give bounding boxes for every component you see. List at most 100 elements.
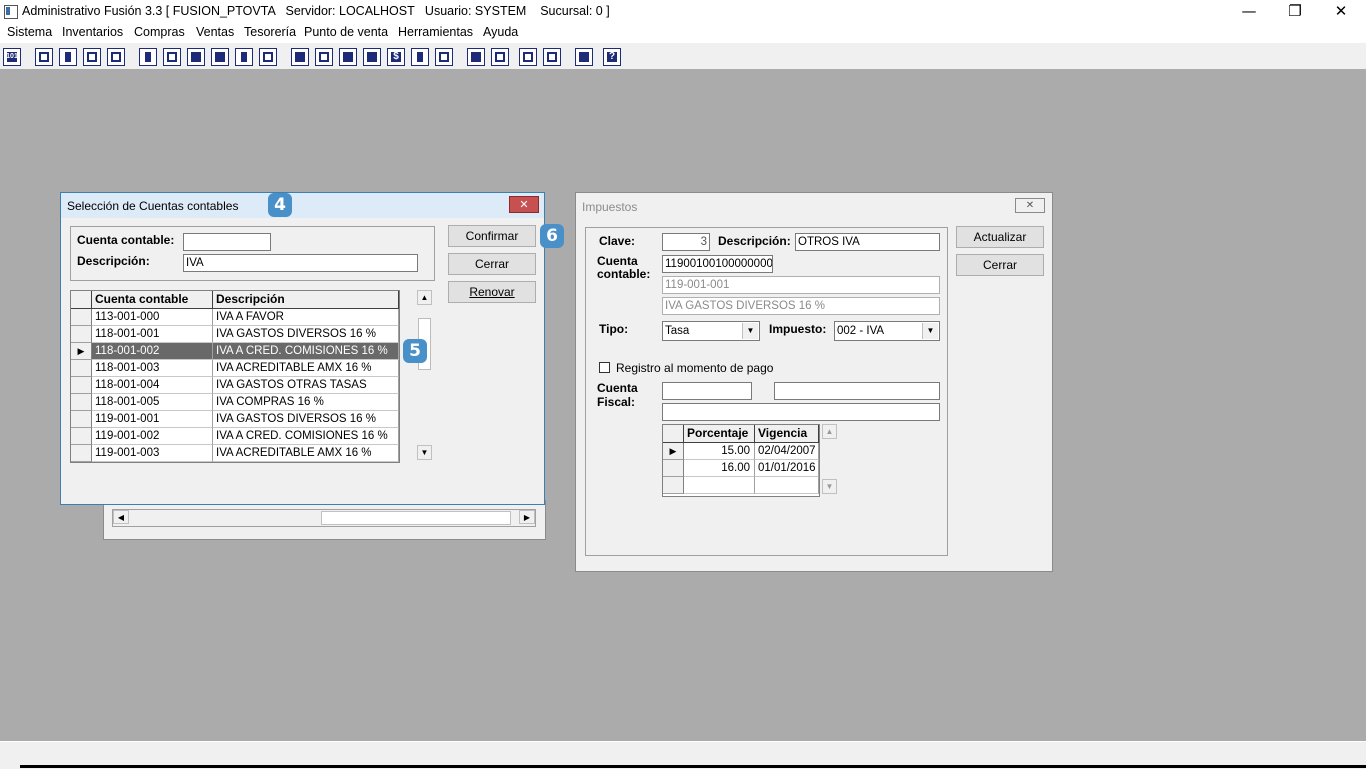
cuentas-vertical-scrollbar[interactable]: ▲ ▼ bbox=[417, 290, 433, 461]
impuestos-cerrar-button[interactable]: Cerrar bbox=[956, 254, 1044, 276]
row-header[interactable] bbox=[71, 309, 92, 326]
table-row-cell-descripcion[interactable]: IVA GASTOS DIVERSOS 16 % bbox=[213, 326, 399, 343]
table-row-cell-cuenta[interactable]: 118-001-004 bbox=[92, 377, 213, 394]
folder-icon[interactable] bbox=[163, 48, 181, 66]
impuestos-close-button[interactable]: ✕ bbox=[1015, 198, 1045, 213]
scroll-down-button[interactable]: ▼ bbox=[822, 479, 837, 494]
row-header-selected[interactable]: ▶ bbox=[663, 443, 684, 460]
descripcion-input[interactable]: OTROS IVA bbox=[795, 233, 940, 251]
search-icon[interactable] bbox=[491, 48, 509, 66]
cuenta-contable-input[interactable] bbox=[183, 233, 271, 251]
dollar-icon[interactable]: $ bbox=[387, 48, 405, 66]
back-icon[interactable] bbox=[575, 48, 593, 66]
zoom-icon[interactable] bbox=[107, 48, 125, 66]
chevron-down-icon[interactable]: ▼ bbox=[742, 323, 758, 339]
actualizar-button[interactable]: Actualizar bbox=[956, 226, 1044, 248]
undo-icon[interactable] bbox=[543, 48, 561, 66]
row-header[interactable] bbox=[71, 394, 92, 411]
table-row-cell-vigencia[interactable]: 02/04/2007 bbox=[755, 443, 819, 460]
table-row-cell-cuenta[interactable]: 113-001-000 bbox=[92, 309, 213, 326]
grid-icon[interactable] bbox=[259, 48, 277, 66]
refresh-icon[interactable] bbox=[519, 48, 537, 66]
seleccion-close-button[interactable]: ✕ bbox=[509, 196, 539, 213]
menu-compras[interactable]: Compras bbox=[134, 25, 185, 39]
table-row-cell-cuenta[interactable]: 118-001-001 bbox=[92, 326, 213, 343]
table-row-cell-cuenta[interactable]: 119-001-001 bbox=[92, 411, 213, 428]
exchange-icon[interactable] bbox=[83, 48, 101, 66]
column-header-cuenta[interactable]: Cuenta contable bbox=[92, 291, 213, 309]
app-icon[interactable] bbox=[4, 5, 18, 19]
menu-sistema[interactable]: Sistema bbox=[7, 25, 52, 39]
row-header[interactable] bbox=[663, 477, 684, 494]
table-row-cell-porcentaje[interactable]: 16.00 bbox=[684, 460, 755, 477]
table-row-cell-vigencia[interactable] bbox=[755, 477, 819, 494]
renovar-button[interactable]: Renovar bbox=[448, 281, 536, 303]
cerrar-button[interactable]: Cerrar bbox=[448, 253, 536, 275]
scroll-down-button[interactable]: ▼ bbox=[417, 445, 432, 460]
binoculars-icon[interactable] bbox=[291, 48, 309, 66]
table-row-cell-descripcion[interactable]: IVA ACREDITABLE AMX 16 % bbox=[213, 360, 399, 377]
clave-input[interactable]: 3 bbox=[662, 233, 710, 251]
chevron-down-icon[interactable]: ▼ bbox=[922, 323, 938, 339]
row-header[interactable] bbox=[663, 460, 684, 477]
row-header[interactable] bbox=[71, 445, 92, 462]
impuesto-select[interactable]: 002 - IVA ▼ bbox=[834, 321, 940, 341]
table-row-cell-descripcion[interactable]: IVA A FAVOR bbox=[213, 309, 399, 326]
close-button[interactable]: ✕ bbox=[1318, 0, 1364, 23]
column-header-porcentaje[interactable]: Porcentaje bbox=[684, 425, 755, 443]
row-header-selected[interactable]: ▶ bbox=[71, 343, 92, 360]
tipo-select[interactable]: Tasa ▼ bbox=[662, 321, 760, 341]
table-row-selected-cell-descripcion[interactable]: IVA A CRED. COMISIONES 16 % bbox=[213, 343, 399, 360]
table-row-cell-cuenta[interactable]: 118-001-003 bbox=[92, 360, 213, 377]
maximize-button[interactable]: ❐ bbox=[1272, 0, 1318, 23]
menu-tesoreria[interactable]: Tesorería bbox=[244, 25, 296, 39]
report-icon[interactable] bbox=[411, 48, 429, 66]
scroll-up-button[interactable]: ▲ bbox=[417, 290, 432, 305]
table-row-cell-porcentaje[interactable]: 15.00 bbox=[684, 443, 755, 460]
cuenta-contable-input[interactable]: 11900100100000000 bbox=[662, 255, 773, 273]
column-header-vigencia[interactable]: Vigencia bbox=[755, 425, 819, 443]
clipboard-icon[interactable] bbox=[59, 48, 77, 66]
cuenta-fiscal-description-field[interactable] bbox=[662, 403, 940, 421]
home-icon[interactable] bbox=[467, 48, 485, 66]
descripcion-input[interactable]: IVA bbox=[183, 254, 418, 272]
cuenta-fiscal-input[interactable] bbox=[662, 382, 752, 400]
minimize-button[interactable]: — bbox=[1226, 0, 1272, 23]
print-icon[interactable] bbox=[211, 48, 229, 66]
horizontal-scrollbar[interactable]: ◀ ▶ bbox=[112, 509, 536, 527]
row-header[interactable] bbox=[71, 428, 92, 445]
row-header[interactable] bbox=[71, 326, 92, 343]
table-row-cell-descripcion[interactable]: IVA ACREDITABLE AMX 16 % bbox=[213, 445, 399, 462]
scroll-right-button[interactable]: ▶ bbox=[519, 510, 535, 524]
add-icon[interactable] bbox=[363, 48, 381, 66]
table-row-cell-cuenta[interactable]: 119-001-002 bbox=[92, 428, 213, 445]
menu-ventas[interactable]: Ventas bbox=[196, 25, 234, 39]
list-icon[interactable] bbox=[435, 48, 453, 66]
table-row-cell-descripcion[interactable]: IVA A CRED. COMISIONES 16 % bbox=[213, 428, 399, 445]
confirmar-button[interactable]: Confirmar bbox=[448, 225, 536, 247]
help-icon[interactable]: ? bbox=[603, 48, 621, 66]
table-row-cell-porcentaje[interactable] bbox=[684, 477, 755, 494]
porcentaje-vertical-scrollbar[interactable]: ▲ ▼ bbox=[822, 424, 838, 495]
user-icon[interactable] bbox=[139, 48, 157, 66]
row-header[interactable] bbox=[71, 411, 92, 428]
cuenta-fiscal-formatted-field[interactable] bbox=[774, 382, 940, 400]
copy-icon[interactable] bbox=[35, 48, 53, 66]
scroll-thumb[interactable] bbox=[321, 511, 511, 525]
menu-punto-de-venta[interactable]: Punto de venta bbox=[304, 25, 388, 39]
table-row-selected-cell-cuenta[interactable]: 118-001-002 bbox=[92, 343, 213, 360]
document-icon[interactable] bbox=[235, 48, 253, 66]
calculator-icon[interactable]: 101 bbox=[3, 48, 21, 66]
registro-checkbox[interactable] bbox=[599, 362, 610, 373]
scroll-left-button[interactable]: ◀ bbox=[113, 510, 129, 524]
folder-open-icon[interactable] bbox=[315, 48, 333, 66]
table-row-cell-cuenta[interactable]: 118-001-005 bbox=[92, 394, 213, 411]
column-header-descripcion[interactable]: Descripción bbox=[213, 291, 399, 309]
table-row-cell-vigencia[interactable]: 01/01/2016 bbox=[755, 460, 819, 477]
scroll-up-button[interactable]: ▲ bbox=[822, 424, 837, 439]
table-row-cell-cuenta[interactable]: 119-001-003 bbox=[92, 445, 213, 462]
table-row-cell-descripcion[interactable]: IVA GASTOS OTRAS TASAS bbox=[213, 377, 399, 394]
menu-inventarios[interactable]: Inventarios bbox=[62, 25, 123, 39]
menu-herramientas[interactable]: Herramientas bbox=[398, 25, 473, 39]
table-row-cell-descripcion[interactable]: IVA GASTOS DIVERSOS 16 % bbox=[213, 411, 399, 428]
